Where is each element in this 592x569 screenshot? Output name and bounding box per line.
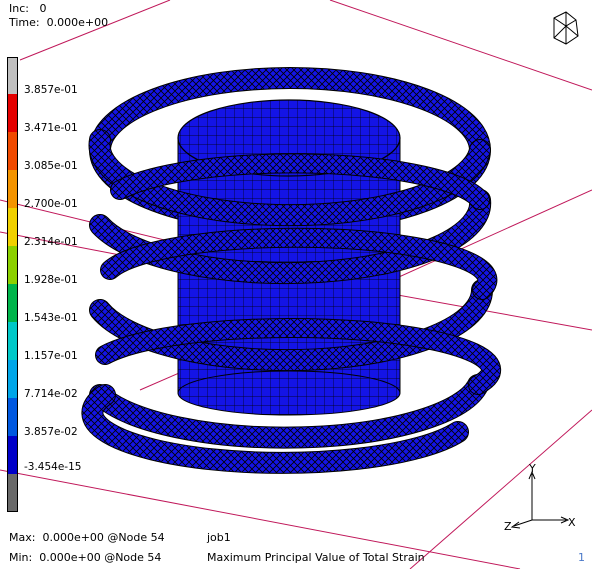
legend-swatch-5: [8, 246, 17, 284]
axis-x-label: X: [568, 516, 576, 529]
graphics-viewport[interactable]: Inc: 0 Time: 0.000e+00 3.857e-01 3.471e-…: [0, 0, 592, 569]
axis-y-label: Y: [528, 462, 536, 475]
legend-swatch-7: [8, 322, 17, 360]
increment-label: Inc: 0: [9, 2, 47, 15]
legend-label-9: 3.857e-02: [24, 426, 78, 438]
axis-z-label: Z: [504, 520, 512, 532]
max-value-label: Max: 0.000e+00 @Node 54: [9, 531, 165, 544]
time-value: 0.000e+00: [46, 16, 109, 29]
time-label: Time: 0.000e+00: [9, 16, 109, 29]
legend-swatch-bottom: [8, 474, 17, 511]
view-cube-icon[interactable]: [546, 8, 586, 48]
legend-label-10: -3.454e-15: [24, 461, 82, 473]
legend-label-0: 3.857e-01: [24, 84, 78, 96]
legend-label-2: 3.085e-01: [24, 160, 78, 172]
legend-color-bar: [7, 57, 18, 512]
legend-swatch-2: [8, 132, 17, 170]
min-value: 0.000e+00 @Node 54: [39, 551, 162, 564]
legend-label-4: 2.314e-01: [24, 236, 78, 248]
window-index: 1: [578, 551, 585, 564]
legend-swatch-6: [8, 284, 17, 322]
legend-swatch-4: [8, 208, 17, 246]
legend-swatch-3: [8, 170, 17, 208]
job-name: job1: [207, 531, 231, 544]
min-value-label: Min: 0.000e+00 @Node 54: [9, 551, 162, 564]
increment-value: 0: [39, 2, 47, 15]
legend-swatch-top: [8, 58, 17, 94]
legend-label-7: 1.157e-01: [24, 350, 78, 362]
legend-swatch-1: [8, 94, 17, 132]
legend-swatch-9: [8, 398, 17, 436]
axis-triad: Y X Z: [504, 462, 576, 532]
legend-swatch-10: [8, 436, 17, 474]
legend-label-3: 2.700e-01: [24, 198, 78, 210]
legend-label-8: 7.714e-02: [24, 388, 78, 400]
legend-label-6: 1.543e-01: [24, 312, 78, 324]
legend-swatch-8: [8, 360, 17, 398]
legend-label-1: 3.471e-01: [24, 122, 78, 134]
legend-label-5: 1.928e-01: [24, 274, 78, 286]
max-value: 0.000e+00 @Node 54: [42, 531, 165, 544]
result-title: Maximum Principal Value of Total Strain: [207, 551, 425, 564]
